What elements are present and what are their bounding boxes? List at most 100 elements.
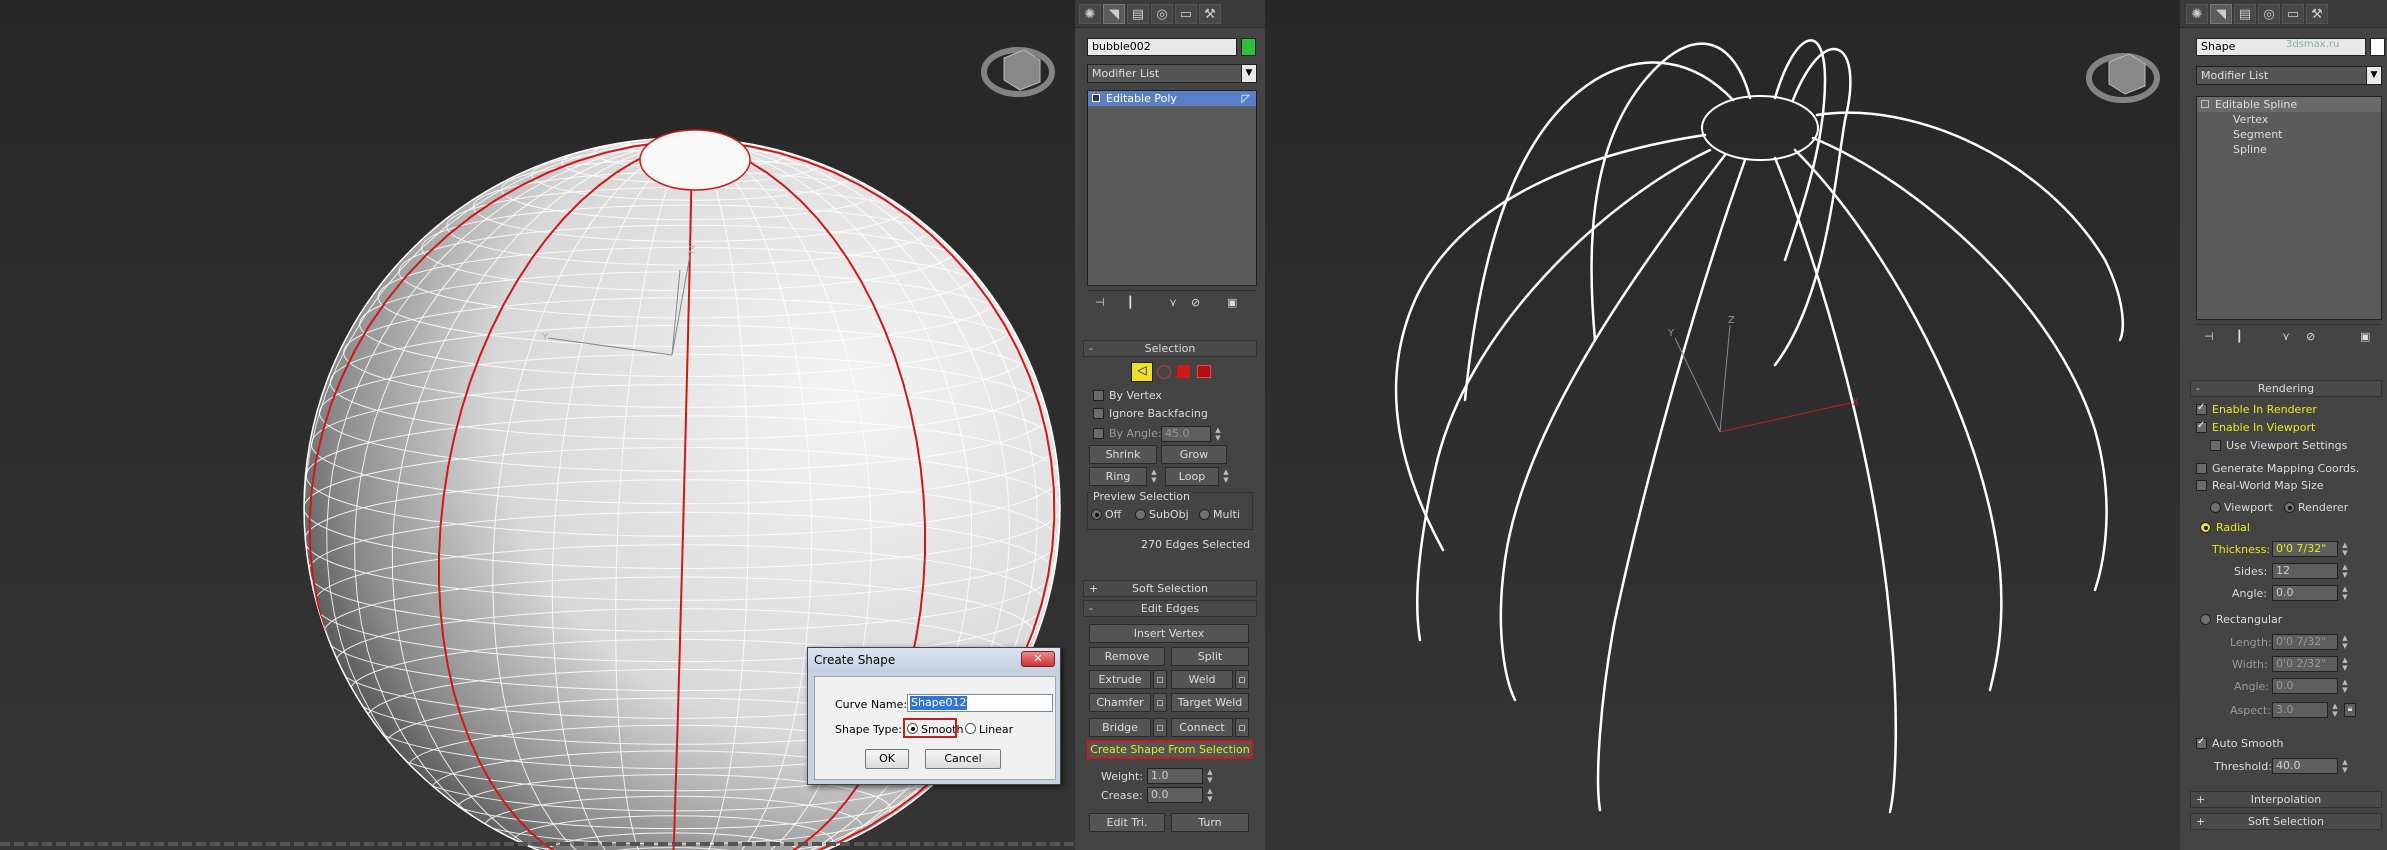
viewport-radio[interactable] bbox=[2210, 502, 2221, 513]
create-tab-icon[interactable]: ✺ bbox=[1079, 4, 1101, 24]
shrink-button[interactable]: Shrink bbox=[1089, 445, 1157, 464]
radial-radio[interactable] bbox=[2200, 522, 2211, 533]
modifier-stack[interactable]: Editable Poly ◸ bbox=[1087, 90, 1257, 286]
auto-smooth-checkbox[interactable] bbox=[2196, 736, 2207, 749]
configure-sets-icon[interactable]: ▣ bbox=[1227, 296, 1237, 309]
element-mode-icon[interactable] bbox=[1197, 365, 1211, 378]
grow-button[interactable]: Grow bbox=[1161, 445, 1227, 464]
remove-modifier-icon[interactable]: ⊘ bbox=[2306, 330, 2315, 343]
remove-modifier-icon[interactable]: ⊘ bbox=[1191, 296, 1200, 309]
connect-button[interactable]: Connect bbox=[1171, 718, 1233, 737]
rectangular-radio[interactable] bbox=[2200, 614, 2211, 625]
real-world-map-size-checkbox[interactable] bbox=[2196, 480, 2207, 491]
insert-vertex-button[interactable]: Insert Vertex bbox=[1089, 624, 1249, 643]
edge-mode-icon[interactable]: ◁ bbox=[1131, 362, 1153, 382]
angle2-spinner-arrows-icon[interactable]: ▲ ▼ bbox=[2340, 678, 2350, 694]
selection-rollout-title[interactable]: - Selection bbox=[1083, 340, 1257, 357]
pin-stack-icon[interactable]: ⊣ bbox=[1095, 296, 1105, 309]
object-name-field[interactable]: Shape bbox=[2196, 38, 2366, 56]
curve-name-input[interactable]: Shape012 bbox=[907, 694, 1053, 712]
preview-multi-radio[interactable] bbox=[1199, 509, 1210, 520]
preview-subobj-radio[interactable] bbox=[1135, 509, 1146, 520]
pin-stack-icon[interactable]: ⊣ bbox=[2204, 330, 2214, 343]
hierarchy-tab-icon[interactable]: ▤ bbox=[2234, 4, 2256, 24]
stack-item-spline[interactable]: Spline bbox=[2197, 142, 2381, 157]
threshold-spinner[interactable]: 40.0 bbox=[2272, 758, 2338, 774]
edit-tri-button[interactable]: Edit Tri. bbox=[1089, 813, 1165, 832]
turn-button[interactable]: Turn bbox=[1171, 813, 1249, 832]
object-name-field[interactable]: bubble002 bbox=[1087, 38, 1237, 56]
width-spinner[interactable]: 0'0 2/32" bbox=[2272, 656, 2338, 672]
connect-settings-icon[interactable]: ▫ bbox=[1235, 718, 1249, 737]
loop-spinner-icon[interactable]: ▲ ▼ bbox=[1221, 468, 1231, 484]
chamfer-settings-icon[interactable]: ▫ bbox=[1153, 693, 1167, 712]
length-spinner-arrows-icon[interactable]: ▲ ▼ bbox=[2340, 634, 2350, 650]
weight-spinner[interactable]: 1.0 bbox=[1147, 768, 1203, 784]
modifier-list-dropdown[interactable]: Modifier List ▼ bbox=[2196, 66, 2382, 85]
ok-button[interactable]: OK bbox=[865, 749, 909, 769]
utilities-tab-icon[interactable]: ⚒ bbox=[2306, 4, 2328, 24]
modify-tab-icon[interactable]: ◥ bbox=[1103, 4, 1125, 24]
crease-spinner-arrows-icon[interactable]: ▲ ▼ bbox=[1205, 787, 1215, 803]
stack-item-editable-poly[interactable]: Editable Poly ◸ bbox=[1088, 91, 1256, 106]
make-unique-icon[interactable]: ⋎ bbox=[1169, 296, 1177, 309]
hierarchy-tab-icon[interactable]: ▤ bbox=[1127, 4, 1149, 24]
create-tab-icon[interactable]: ✺ bbox=[2186, 4, 2208, 24]
make-unique-icon[interactable]: ⋎ bbox=[2282, 330, 2290, 343]
aspect-spinner[interactable]: 3.0 bbox=[2272, 702, 2328, 718]
use-viewport-settings-checkbox[interactable] bbox=[2210, 440, 2221, 451]
show-end-result-icon[interactable]: ┃ bbox=[1127, 296, 1134, 309]
ignore-backfacing-checkbox[interactable] bbox=[1093, 408, 1104, 419]
display-tab-icon[interactable]: ▭ bbox=[2282, 4, 2304, 24]
display-tab-icon[interactable]: ▭ bbox=[1175, 4, 1197, 24]
ring-spinner-icon[interactable]: ▲ ▼ bbox=[1149, 468, 1159, 484]
soft-selection-rollout-title[interactable]: + Soft Selection bbox=[2190, 813, 2382, 830]
by-angle-spinner[interactable]: 45.0 bbox=[1161, 426, 1211, 442]
motion-tab-icon[interactable]: ◎ bbox=[2258, 4, 2280, 24]
polygon-mode-icon[interactable] bbox=[1177, 365, 1190, 378]
spinner-arrows-icon[interactable]: ▲ ▼ bbox=[1213, 426, 1223, 442]
loop-button[interactable]: Loop bbox=[1165, 467, 1219, 486]
stack-item-segment[interactable]: Segment bbox=[2197, 127, 2381, 142]
weld-settings-icon[interactable]: ▫ bbox=[1235, 670, 1249, 689]
weld-button[interactable]: Weld bbox=[1171, 670, 1233, 689]
bridge-settings-icon[interactable]: ▫ bbox=[1153, 718, 1167, 737]
aspect-spinner-arrows-icon[interactable]: ▲ ▼ bbox=[2330, 702, 2340, 718]
length-spinner[interactable]: 0'0 7/32" bbox=[2272, 634, 2338, 650]
cancel-button[interactable]: Cancel bbox=[925, 749, 1001, 769]
weight-spinner-arrows-icon[interactable]: ▲ ▼ bbox=[1205, 768, 1215, 784]
remove-button[interactable]: Remove bbox=[1089, 647, 1165, 666]
width-spinner-arrows-icon[interactable]: ▲ ▼ bbox=[2340, 656, 2350, 672]
thickness-spinner-arrows-icon[interactable]: ▲ ▼ bbox=[2340, 541, 2350, 557]
sides-spinner-arrows-icon[interactable]: ▲ ▼ bbox=[2340, 563, 2350, 579]
preview-off-radio[interactable] bbox=[1091, 509, 1102, 520]
bridge-button[interactable]: Bridge bbox=[1089, 718, 1151, 737]
angle-spinner-arrows-icon[interactable]: ▲ ▼ bbox=[2340, 585, 2350, 601]
modifier-stack[interactable]: Editable Spline Vertex Segment Spline bbox=[2196, 96, 2382, 320]
chamfer-button[interactable]: Chamfer bbox=[1089, 693, 1151, 712]
enable-in-renderer-checkbox[interactable] bbox=[2196, 402, 2207, 415]
viewcube-right[interactable] bbox=[2086, 53, 2160, 103]
dialog-close-button[interactable]: ✕ bbox=[1021, 651, 1055, 667]
linear-radio[interactable] bbox=[965, 723, 976, 734]
by-vertex-checkbox[interactable] bbox=[1093, 390, 1104, 401]
rendering-rollout-title[interactable]: - Rendering bbox=[2190, 380, 2382, 397]
object-color-swatch[interactable] bbox=[1241, 38, 1256, 56]
generate-mapping-checkbox[interactable] bbox=[2196, 463, 2207, 474]
interpolation-rollout-title[interactable]: + Interpolation bbox=[2190, 791, 2382, 808]
modify-tab-icon[interactable]: ◥ bbox=[2210, 4, 2232, 24]
angle-spinner[interactable]: 0.0 bbox=[2272, 585, 2338, 601]
extrude-button[interactable]: Extrude bbox=[1089, 670, 1151, 689]
modifier-list-dropdown[interactable]: Modifier List ▼ bbox=[1087, 64, 1257, 83]
soft-selection-rollout-title[interactable]: + Soft Selection bbox=[1083, 580, 1257, 597]
viewcube-left[interactable] bbox=[981, 47, 1055, 97]
stack-item-editable-spline[interactable]: Editable Spline bbox=[2197, 97, 2381, 112]
threshold-spinner-arrows-icon[interactable]: ▲ ▼ bbox=[2340, 758, 2350, 774]
border-mode-icon[interactable] bbox=[1157, 365, 1171, 379]
split-button[interactable]: Split bbox=[1171, 647, 1249, 666]
extrude-settings-icon[interactable]: ▫ bbox=[1153, 670, 1167, 689]
sides-spinner[interactable]: 12 bbox=[2272, 563, 2338, 579]
right-viewport[interactable]: X Y Z bbox=[1265, 0, 2180, 850]
motion-tab-icon[interactable]: ◎ bbox=[1151, 4, 1173, 24]
ring-button[interactable]: Ring bbox=[1089, 467, 1147, 486]
